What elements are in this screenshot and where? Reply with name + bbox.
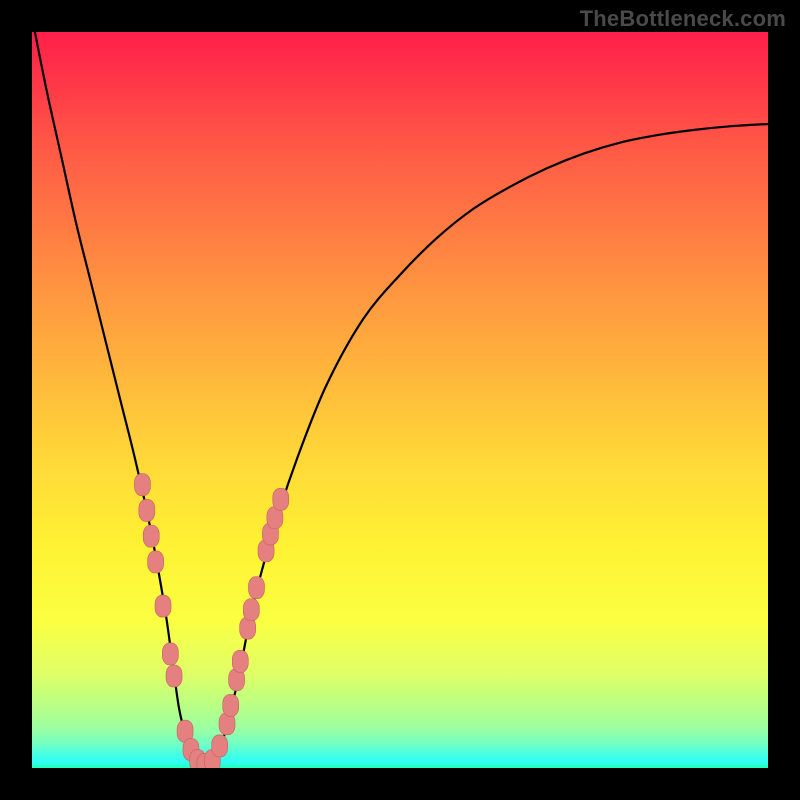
bottleneck-curve-svg [32, 32, 768, 768]
curve-marker [212, 735, 228, 757]
curve-marker [148, 551, 164, 573]
curve-marker [162, 643, 178, 665]
curve-marker [232, 650, 248, 672]
curve-marker [243, 599, 259, 621]
curve-marker [273, 488, 289, 510]
attribution-text: TheBottleneck.com [580, 6, 786, 32]
curve-marker [139, 499, 155, 521]
plot-area [32, 32, 768, 768]
curve-marker [143, 525, 159, 547]
curve-marker [248, 577, 264, 599]
curve-marker [223, 694, 239, 716]
bottleneck-curve-path [32, 32, 768, 768]
curve-markers [134, 474, 288, 768]
curve-marker [166, 665, 182, 687]
curve-marker [155, 595, 171, 617]
outer-frame: TheBottleneck.com [0, 0, 800, 800]
curve-marker [134, 474, 150, 496]
